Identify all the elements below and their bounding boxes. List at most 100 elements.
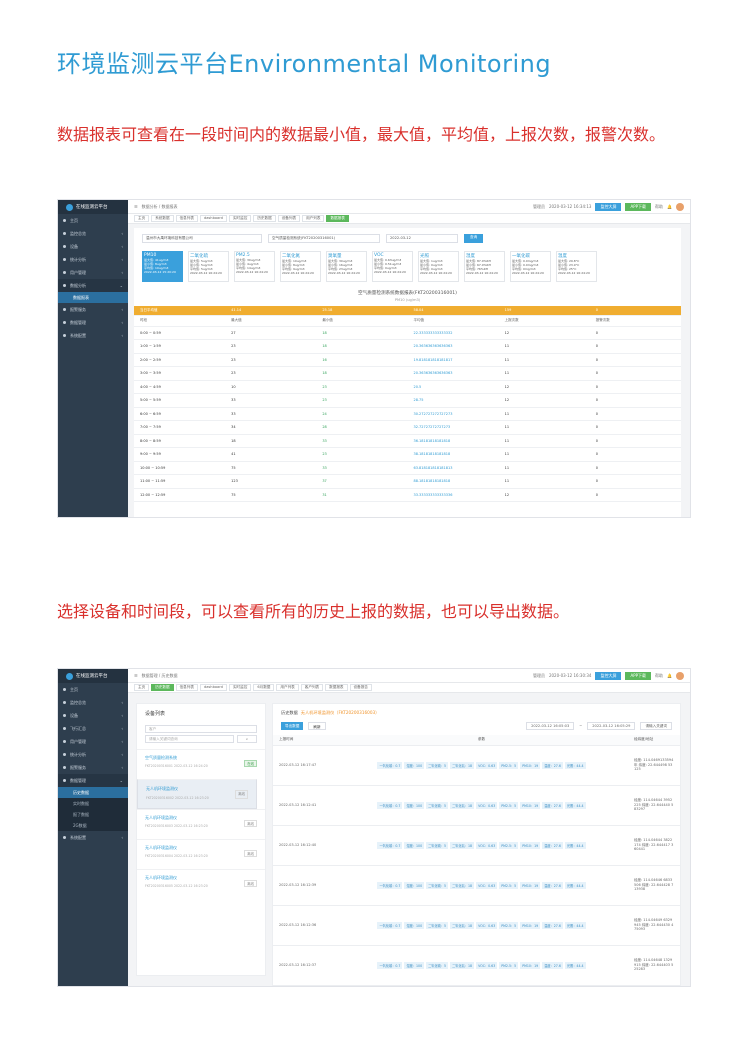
app-download-button[interactable]: APP下载 [625,202,652,211]
bell-icon[interactable]: 🔔 [667,673,672,678]
device-select[interactable]: 空气质量检测系统(FKT20200316001) [268,234,380,243]
tab[interactable]: 用户列表 [302,215,325,222]
sidebar-item[interactable]: 报警服务 ‹ [58,761,128,774]
table-cell: 12 [498,488,590,502]
avatar[interactable] [676,671,684,680]
sidebar-item[interactable]: 监控总览 ‹ [58,227,128,240]
sidebar-logo[interactable]: 在线监测云平台 [58,200,128,214]
tab[interactable]: 信息列表 [175,684,198,691]
export-button[interactable]: 导出数据 [281,722,304,730]
device-list-item[interactable]: 无人机环境监测仪 FKT20200316002 2022-03-12 16:23:… [137,779,257,809]
sensor-card[interactable]: VOC 最大值: 0.63ug/m3 最小值: 0.51ug/m3 平均值: 0ug/… [372,251,413,282]
location-cell: 经度: 114.04644 3822174 纬度: 22.644417 3604… [628,825,680,866]
param-cell: 一氧化碳：0.7 湿度：100 二氧化硫：5 二氧化氮：18 VOC：0.63 PM2.5… [335,945,628,986]
tab[interactable]: 数据报表 [326,215,349,222]
status-badge: 离线 [244,820,257,827]
sensor-card[interactable]: 湿度 最大值: 87.0%RH 最小值: 67.0%RH 平均值: 76%RH 2022… [464,251,505,282]
app-download-button[interactable]: APP下载 [625,671,652,680]
table-row: 2022-03-12 16:12:37 一氧化碳：0.7 湿度：100 二氧化硫：5 二… [273,945,680,986]
device-list-item[interactable]: 无人机环境监测仪 FKT20200316004 2022-03-12 16:23:… [137,839,265,869]
sidebar-item[interactable]: 主页 [58,683,128,696]
device-list-item[interactable]: 无人机环境监测仪 FKT20200316005 2022-03-12 16:23:… [137,869,265,899]
tab[interactable]: 信息列表 [175,215,198,222]
param-chip: 一氧化碳：0.7 [377,841,403,849]
table-row: 6:00 ~ 6:59 33 24 30.272727272727273 11 0 [134,407,681,421]
customer-select[interactable]: 客户 [145,725,257,733]
screen-button[interactable]: 监控大屏 [595,202,622,211]
tab[interactable]: 主页 [134,684,150,691]
sensor-card[interactable]: 一氧化碳 最大值: 0.0mg/m3 最小值: 0.0mg/m3 平均值: 0mg/m… [510,251,551,282]
sidebar-item[interactable]: 用户管理 ‹ [58,266,128,279]
tab[interactable]: 客户列表 [300,684,324,691]
device-search-input[interactable]: 请输入关键词查询 [145,735,234,743]
sidebar-item-label: 数据分析 [70,282,86,288]
help-link[interactable]: 帮助 [655,673,663,679]
sidebar-subitem[interactable]: 历史数据 [58,787,128,798]
company-select[interactable]: 温州市大禹环境科技有限公司 [142,234,262,243]
table-row: 0:00 ~ 0:59 27 18 22.333333333333332 12 0 [134,326,681,340]
sidebar-subitem-report[interactable]: 数据报表 [58,292,128,303]
table-cell: 0 [589,393,681,408]
bell-icon[interactable]: 🔔 [667,204,672,209]
menu-toggle-icon[interactable]: ☰ [134,673,138,678]
keyword-input[interactable]: 请输入关键词 [640,722,672,730]
tab[interactable]: 历史数据 [151,684,174,691]
sidebar-item[interactable]: 统计分析 ‹ [58,748,128,761]
table-cell: 18 [316,366,408,381]
tab[interactable]: 设备列表 [277,215,301,222]
query-button[interactable]: 查询 [464,234,484,243]
tab[interactable]: 实时监控 [228,215,252,222]
tab[interactable]: 用户列表 [276,684,299,691]
tab[interactable]: dashboard [199,684,227,691]
sidebar-logo[interactable]: 在线监测云平台 [58,669,128,683]
tab[interactable]: dashboard [199,215,227,222]
sidebar-item[interactable]: 系统配置 ‹ [58,831,128,844]
sensor-card[interactable]: PM2.5 最大值: 30ug/m3 最小值: 4ug/m3 平均值: 14ug/m3… [234,251,275,282]
param-chip: PM2.5：5 [499,841,519,849]
sidebar-item[interactable]: 用户管理 ‹ [58,735,128,748]
sidebar-item[interactable]: 报警服务 ‹ [58,303,128,316]
table-cell: 88.18181818181818 [407,474,499,489]
table-cell: 7:00 ~ 7:59 [134,420,226,435]
table-cell: 11 [498,339,590,354]
sidebar-item[interactable]: 监控总览 ‹ [58,696,128,709]
sidebar-item[interactable]: 数据管理 ⌄ [58,774,128,787]
tab[interactable]: 主页 [134,215,150,222]
tab[interactable]: 设备报告 [349,684,372,691]
sidebar-item[interactable]: 飞行汇总 ‹ [58,722,128,735]
sidebar-item[interactable]: 数据管理 ‹ [58,316,128,329]
device-list-item[interactable]: 无人机环境监测仪 FKT20200316003 2022-03-12 16:23:… [137,809,265,839]
chevron-icon: ‹ [121,244,123,249]
date-from-input[interactable]: 2022-03-12 16:05:03 [526,722,575,730]
sidebar-item[interactable]: 主页 [58,214,128,227]
sidebar-item[interactable]: 数据分析 ⌄ [58,279,128,292]
screen-button[interactable]: 监控大屏 [595,671,622,680]
sensor-card[interactable]: 二氧化硫 最大值: 5ug/m3 最小值: 5ug/m3 平均值: 5ug/m3 202… [188,251,229,282]
device-list-item[interactable]: 空气质量检测系统 FKT20200316001 2022-03-12 16:24:… [137,749,265,779]
sidebar-subitem[interactable]: 实时数据 [58,798,128,809]
tab[interactable]: 实时监控 [228,684,252,691]
sidebar-subitem[interactable]: 报了数据 [58,809,128,820]
sidebar-item[interactable]: 系统配置 ‹ [58,329,128,342]
menu-toggle-icon[interactable]: ☰ [134,204,138,209]
date-to-input[interactable]: 2022-03-12 16:05:29 [587,722,636,730]
avatar[interactable] [676,202,684,211]
sensor-card[interactable]: PM10 最大值: 41ug/m3 最小值: 8ug/m3 平均值: 19ug/m3 2… [142,251,183,282]
sensor-card[interactable]: 二氧化氮 最大值: 10ug/m3 最小值: 8ug/m3 平均值: 9ug/m3 20… [280,251,321,282]
sidebar-subitem[interactable]: 2G数据 [58,820,128,831]
date-picker[interactable]: 2022-03-12 [386,234,458,243]
tab[interactable]: 数据报表 [325,684,348,691]
sensor-card[interactable]: 温度 最大值: 29.8°C 最小值: 23.9°C 平均值: 25°C 2022-03… [556,251,597,282]
help-link[interactable]: 帮助 [655,204,663,210]
tab[interactable]: 历史数据 [253,215,276,222]
sensor-card[interactable]: 臭氧量 最大值: 30ug/m3 最小值: 16ug/m3 平均值: 23ug/m3 2… [326,251,367,282]
tab[interactable]: 系统数据 [151,215,174,222]
sidebar-item[interactable]: 设备 ‹ [58,240,128,253]
refresh-button[interactable]: 刷新 [308,722,326,730]
status-badge: 离线 [235,790,248,799]
sidebar-item[interactable]: 设备 ‹ [58,709,128,722]
tab[interactable]: 6月数据 [253,684,275,691]
sidebar-item[interactable]: 统计分析 ‹ [58,253,128,266]
sensor-card[interactable]: 光照 最大值: 1ug/m3 最小值: 0ug/m3 平均值: 0ug/m3 2022-… [418,251,459,282]
search-icon[interactable]: ⌕ [237,735,257,743]
